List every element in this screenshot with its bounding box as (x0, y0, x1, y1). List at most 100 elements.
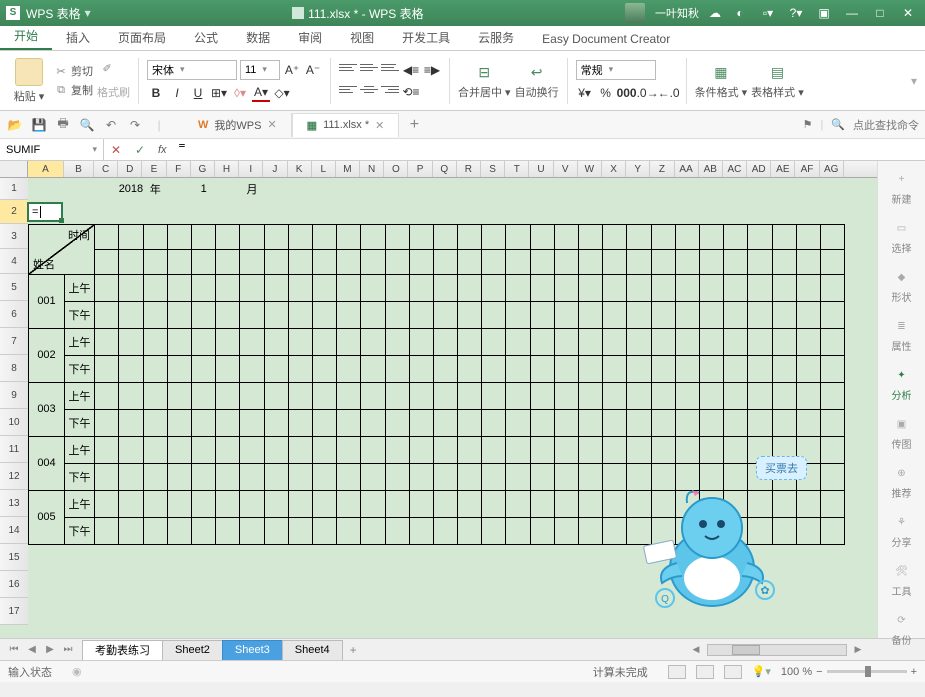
column-header[interactable]: X (602, 161, 626, 177)
cell[interactable]: 年 (143, 178, 167, 200)
cell[interactable] (65, 178, 95, 200)
row-header[interactable]: 12 (0, 463, 28, 490)
formula-input[interactable]: = (173, 139, 925, 160)
reading-mode-icon[interactable]: 💡▾ (752, 665, 771, 678)
zoom-in-button[interactable]: + (911, 666, 917, 678)
row-header[interactable]: 4 (0, 249, 28, 274)
increase-font-button[interactable]: A⁺ (283, 61, 301, 79)
sheet-tab[interactable]: Sheet3 (222, 640, 283, 660)
sidepanel-item[interactable]: ▣传图 (892, 414, 912, 451)
column-header[interactable]: F (167, 161, 191, 177)
menu-item-4[interactable]: 数据 (232, 25, 284, 50)
column-header[interactable]: AG (820, 161, 844, 177)
cell-am[interactable]: 上午 (65, 436, 95, 463)
sheet-tab[interactable]: Sheet2 (162, 640, 223, 660)
zoom-slider[interactable] (827, 670, 907, 673)
sidepanel-item[interactable]: ✦分析 (892, 365, 912, 402)
column-header[interactable]: L (312, 161, 336, 177)
user-avatar[interactable] (625, 3, 645, 23)
row-header[interactable]: 1 (0, 178, 28, 200)
column-header[interactable]: AA (675, 161, 699, 177)
column-header[interactable]: S (481, 161, 505, 177)
cell-am[interactable]: 上午 (65, 490, 95, 517)
sidepanel-item[interactable]: ◆形状 (892, 267, 912, 304)
cell[interactable]: 月 (240, 178, 264, 200)
sidepanel-item[interactable]: ⚘分享 (892, 512, 912, 549)
paste-button[interactable]: 粘贴 ▾ (14, 88, 45, 104)
redo-icon[interactable]: ↷ (126, 116, 144, 134)
row-header[interactable]: 16 (0, 571, 28, 598)
sidepanel-item[interactable]: ▭选择 (892, 218, 912, 255)
row-header[interactable]: 2 (0, 200, 28, 224)
help-icon[interactable]: ?▾ (787, 6, 805, 20)
sidepanel-item[interactable]: +新建 (892, 169, 912, 206)
font-color-button[interactable]: A▾ (252, 84, 270, 102)
close-button[interactable]: ✕ (899, 6, 917, 20)
save-icon[interactable]: 💾 (30, 116, 48, 134)
spreadsheet-grid[interactable]: ABCDEFGHIJKLMNOPQRSTUVWXYZAAABACADAEAFAG… (0, 161, 877, 638)
cell-pm[interactable]: 下午 (65, 517, 95, 544)
column-header[interactable]: AB (699, 161, 723, 177)
merge-center-button[interactable]: ⊟ 合并居中 ▾ (458, 62, 511, 100)
format-painter-button[interactable]: ✐ 格式刷 (97, 62, 130, 100)
decrease-font-button[interactable]: A⁻ (304, 61, 322, 79)
menu-item-2[interactable]: 页面布局 (104, 25, 180, 50)
column-header[interactable]: C (94, 161, 118, 177)
column-header[interactable]: H (215, 161, 239, 177)
view-break-button[interactable] (724, 665, 742, 679)
cell-id[interactable]: 003 (29, 382, 65, 436)
align-top-button[interactable] (339, 61, 357, 75)
sheet-tab[interactable]: 考勤表练习 (82, 640, 163, 660)
cell-id[interactable]: 001 (29, 274, 65, 328)
cancel-formula-button[interactable]: ✕ (104, 143, 128, 157)
align-middle-button[interactable] (360, 61, 378, 75)
horizontal-scrollbar[interactable]: ◀ ▶ (689, 644, 925, 656)
cell-pm[interactable]: 下午 (65, 463, 95, 490)
row-header[interactable]: 8 (0, 355, 28, 382)
command-search[interactable]: 点此查找命令 (853, 117, 919, 133)
column-header[interactable]: M (336, 161, 360, 177)
column-header[interactable]: N (360, 161, 384, 177)
minimize-button[interactable]: — (843, 6, 861, 20)
sheet-nav-prev[interactable]: ◀ (24, 644, 40, 655)
comma-button[interactable]: 000 (618, 84, 636, 102)
paste-icon[interactable] (15, 58, 43, 86)
italic-button[interactable]: I (168, 84, 186, 102)
fill-color-button[interactable]: ◊▾ (231, 84, 249, 102)
settings-dropdown-icon[interactable]: ▫▾ (759, 6, 777, 20)
column-header[interactable]: AD (747, 161, 771, 177)
cell[interactable] (29, 178, 65, 200)
sidepanel-item[interactable]: ⊕推荐 (892, 463, 912, 500)
column-header[interactable]: AF (795, 161, 819, 177)
bold-button[interactable]: B (147, 84, 165, 102)
name-box[interactable]: SUMIF▾ (0, 139, 104, 160)
select-all-corner[interactable] (0, 161, 28, 177)
row-header[interactable]: 9 (0, 382, 28, 409)
undo-icon[interactable]: ↶ (102, 116, 120, 134)
row-header[interactable]: 17 (0, 598, 28, 625)
user-name[interactable]: 一叶知秋 (655, 5, 699, 21)
cell[interactable]: 2018 (119, 178, 143, 200)
align-center-button[interactable] (360, 83, 378, 97)
menu-item-9[interactable]: Easy Document Creator (528, 28, 684, 50)
menu-item-5[interactable]: 审阅 (284, 25, 336, 50)
column-header[interactable]: U (529, 161, 553, 177)
cell[interactable] (95, 178, 119, 200)
header-diagonal-cell[interactable]: 时间姓名 (29, 224, 95, 274)
column-header[interactable]: AE (771, 161, 795, 177)
percent-button[interactable]: % (597, 84, 615, 102)
document-tab[interactable]: W我的WPS✕ (184, 113, 292, 137)
menu-item-0[interactable]: 开始 (0, 23, 52, 50)
accept-formula-button[interactable]: ✓ (128, 143, 152, 157)
font-size-combo[interactable]: 11▾ (240, 60, 280, 80)
zoom-level[interactable]: 100 % (781, 666, 812, 678)
fx-icon[interactable]: fx (152, 144, 173, 156)
copy-button[interactable]: ⧉复制 (54, 82, 93, 98)
align-left-button[interactable] (339, 83, 357, 97)
column-header[interactable]: O (384, 161, 408, 177)
menu-item-6[interactable]: 视图 (336, 25, 388, 50)
sheet-nav-last[interactable]: ⏭ (60, 644, 76, 655)
print-icon[interactable]: 🖶 (54, 116, 72, 134)
column-header[interactable]: D (118, 161, 142, 177)
cell-pm[interactable]: 下午 (65, 409, 95, 436)
